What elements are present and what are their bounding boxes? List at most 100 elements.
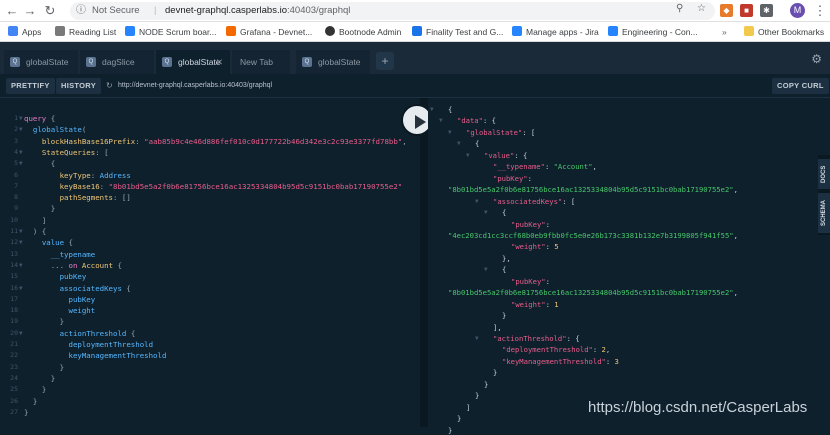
tab-globalstate-active[interactable]: QglobalState ✕ (156, 50, 230, 74)
fold-arrow-icon[interactable]: ▼ (19, 262, 23, 269)
info-icon[interactable]: ⓘ (76, 2, 86, 20)
extensions-puzzle-icon[interactable]: ✱ (760, 4, 773, 17)
address-bar[interactable]: ⓘ Not Secure | devnet-graphql.casperlabs… (70, 2, 715, 20)
line-number: 10 (10, 215, 18, 224)
line-number: 12 (10, 238, 18, 247)
reload-icon[interactable]: ↻ (42, 3, 58, 19)
fold-arrow-icon[interactable]: ▼ (19, 239, 23, 246)
fold-arrow-icon[interactable]: ▼ (484, 209, 488, 216)
settings-gear-icon[interactable]: ⚙ (811, 52, 822, 66)
more-menu-icon[interactable]: ⋮ (812, 3, 828, 19)
result-line: } (457, 414, 462, 424)
bookmark-finality-test[interactable]: Finality Test and G... (412, 22, 503, 42)
bookmark-bootnode-admin[interactable]: Bootnode Admin (325, 22, 401, 42)
bookmark-other[interactable]: Other Bookmarks (744, 22, 824, 42)
fold-arrow-icon[interactable]: ▼ (484, 266, 488, 273)
bookmark-apps[interactable]: Apps (8, 22, 41, 42)
line-number: 23 (10, 362, 18, 371)
forward-arrow-icon[interactable]: → (22, 3, 38, 19)
fold-arrow-icon[interactable]: ▼ (457, 140, 461, 147)
playground-tab-bar: QglobalState QdagSlice QglobalState ✕ New… (0, 42, 830, 74)
copy-curl-button[interactable]: COPY CURL (772, 78, 829, 94)
back-arrow-icon[interactable]: ← (4, 3, 20, 19)
line-number: 4 (14, 147, 18, 156)
result-line: "data": { (457, 116, 496, 126)
fold-arrow-icon[interactable]: ▼ (475, 335, 479, 342)
bookmark-star-icon[interactable]: ☆ (697, 3, 706, 14)
tab-label: globalState (26, 57, 69, 67)
bookmarks-bar: Apps Reading List NODE Scrum boar... Gra… (0, 22, 830, 42)
result-line: } (475, 391, 480, 401)
fold-arrow-icon[interactable]: ▼ (466, 152, 470, 159)
apps-grid-icon (8, 26, 18, 36)
fold-arrow-icon[interactable]: ▼ (439, 117, 443, 124)
code-line: __typename (50, 249, 96, 259)
jira-icon (125, 26, 135, 36)
tab-label: globalState (318, 57, 361, 67)
result-line: ], (493, 322, 502, 332)
tab-dagslice[interactable]: QdagSlice (80, 50, 154, 74)
tab-new-tab[interactable]: New Tab (232, 50, 290, 74)
close-tab-icon[interactable]: ✕ (216, 50, 223, 74)
fold-arrow-icon[interactable]: ▼ (19, 115, 23, 122)
line-number: 20 (10, 328, 18, 337)
code-line: weight (68, 306, 96, 316)
line-number: 22 (10, 351, 18, 360)
result-line: "associatedKeys": [ (493, 196, 576, 206)
fold-arrow-icon[interactable]: ▼ (19, 330, 23, 337)
line-number: 8 (14, 193, 18, 202)
schema-tab[interactable]: SCHEMA (818, 193, 830, 233)
bookmark-reading-list[interactable]: Reading List (55, 22, 116, 42)
editor-toolbar: PRETTIFY HISTORY ↻ http://devnet-graphql… (0, 74, 830, 98)
fold-arrow-icon[interactable]: ▼ (19, 149, 23, 156)
pane-divider[interactable] (420, 98, 428, 427)
line-number: 1 (14, 114, 18, 122)
profile-avatar[interactable]: M (790, 3, 805, 18)
endpoint-text: http://devnet-graphql.casperlabs.io:4040… (118, 82, 273, 89)
bookmark-grafana[interactable]: Grafana - Devnet... (226, 22, 312, 42)
bookmarks-overflow-icon[interactable]: » (722, 22, 727, 42)
reload-schema-icon[interactable]: ↻ (106, 78, 113, 94)
add-tab-button[interactable]: + (376, 52, 394, 70)
bookmark-label: Other Bookmarks (758, 27, 825, 37)
fold-arrow-icon[interactable]: ▼ (19, 228, 23, 235)
code-line: keyBase16: "8b01bd5e5a2f0b6e81756bce16ac… (59, 181, 403, 191)
result-line: { (502, 265, 507, 275)
result-line: } (502, 311, 507, 321)
result-line: "8b01bd5e5a2f0b6e81756bce16ac1325334804b… (448, 288, 738, 298)
code-line: globalState( (32, 125, 87, 135)
extension-icon[interactable]: ■ (740, 4, 753, 17)
code-line: keyType: Address (59, 170, 131, 180)
tab-globalstate-5[interactable]: QglobalState (296, 50, 370, 74)
result-line: } (484, 379, 489, 389)
tab-globalstate-1[interactable]: QglobalState (4, 50, 78, 74)
code-line: value { (41, 238, 73, 248)
endpoint-input[interactable]: ↻ http://devnet-graphql.casperlabs.io:40… (104, 78, 764, 94)
bookmark-engineering[interactable]: Engineering - Con... (608, 22, 698, 42)
metamask-extension-icon[interactable]: ◆ (720, 4, 733, 17)
url-path: :40403/graphql (287, 5, 351, 16)
fold-arrow-icon[interactable]: ▼ (19, 285, 23, 292)
fold-arrow-icon[interactable]: ▼ (475, 198, 479, 205)
zoom-icon[interactable]: ⚲ (676, 3, 683, 14)
query-editor[interactable]: 1 ▼ query {2 ▼ globalState(3 blockHashBase1… (0, 98, 420, 427)
bookmark-node-scrum[interactable]: NODE Scrum boar... (125, 22, 216, 42)
fold-arrow-icon[interactable]: ▼ (430, 106, 434, 113)
fold-arrow-icon[interactable]: ▼ (448, 129, 452, 136)
fold-arrow-icon[interactable]: ▼ (19, 160, 23, 167)
result-line: { (448, 105, 453, 114)
tab-label: globalState (178, 57, 221, 67)
fold-arrow-icon[interactable]: ▼ (19, 126, 23, 133)
docs-tab[interactable]: DOCS (818, 159, 830, 189)
line-number: 2 (14, 125, 18, 134)
code-line: associatedKeys { (59, 283, 131, 293)
prettify-button[interactable]: PRETTIFY (6, 78, 55, 94)
graphql-icon: Q (86, 57, 96, 67)
line-number: 14 (10, 260, 18, 269)
code-line: pubKey (68, 294, 96, 304)
line-number: 21 (10, 340, 18, 348)
code-line: } (50, 373, 56, 383)
history-button[interactable]: HISTORY (56, 78, 102, 94)
bookmark-manage-apps[interactable]: Manage apps - Jira (512, 22, 599, 42)
code-line: } (59, 362, 65, 372)
